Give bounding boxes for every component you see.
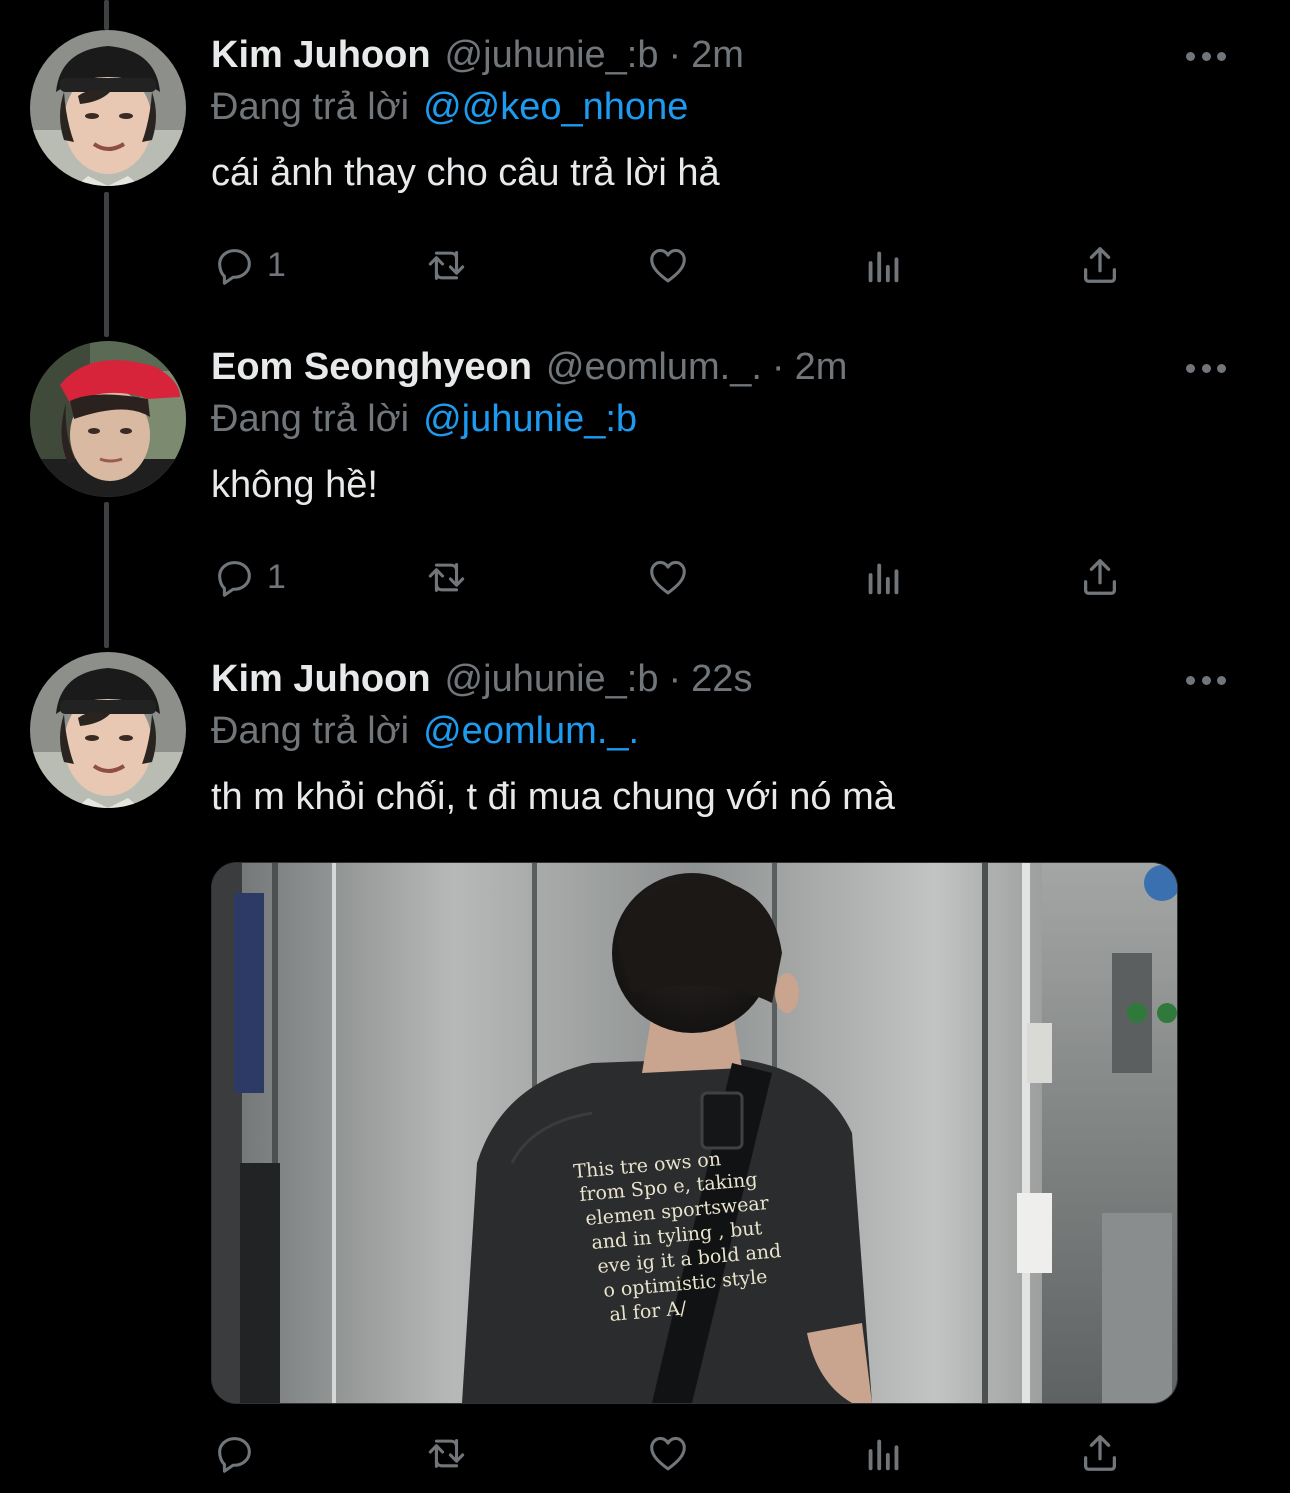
replying-to-label: Đang trả lời — [211, 398, 410, 440]
reply-count: 1 — [267, 245, 286, 284]
like-button[interactable] — [645, 1428, 691, 1478]
tweet-text: th m khỏi chối, t đi mua chung với nó mà — [211, 776, 895, 818]
replying-to-label: Đang trả lời — [211, 710, 410, 752]
share-icon — [1083, 559, 1117, 595]
tweet-media-image[interactable]: This tre ows on from Spo e, taking eleme… — [211, 862, 1178, 1404]
avatar[interactable] — [30, 30, 186, 186]
reply-button[interactable]: 1 — [211, 552, 286, 602]
avatar-photo-black-cap — [30, 652, 186, 808]
tweet-header: Kim Juhoon @juhunie_:b · 2m — [211, 32, 1230, 78]
display-name[interactable]: Kim Juhoon — [211, 656, 431, 702]
more-dots-icon[interactable] — [1186, 48, 1226, 64]
analytics-button[interactable] — [861, 1428, 907, 1478]
display-name[interactable]: Eom Seonghyeon — [211, 344, 532, 390]
avatar-photo-black-cap — [30, 30, 186, 186]
tweet-header: Eom Seonghyeon @eomlum._. · 2m — [211, 344, 1230, 390]
analytics-icon — [868, 563, 899, 595]
more-dots-icon[interactable] — [1186, 360, 1226, 376]
separator-dot: · — [668, 658, 682, 700]
replying-to-link[interactable]: @juhunie_:b — [423, 398, 637, 440]
analytics-button[interactable] — [861, 240, 907, 290]
thread-line-1 — [104, 192, 109, 337]
tweet-header: Kim Juhoon @juhunie_:b · 22s — [211, 656, 1230, 702]
retweet-icon — [428, 1439, 465, 1468]
thread-line-2 — [104, 502, 109, 648]
analytics-icon — [868, 251, 899, 283]
replying-to-link[interactable]: @@keo_nhone — [423, 86, 688, 128]
like-button[interactable] — [645, 552, 691, 602]
user-handle[interactable]: @eomlum._. — [546, 344, 762, 390]
like-button[interactable] — [645, 240, 691, 290]
share-button[interactable] — [1077, 552, 1123, 602]
separator-dot: · — [668, 34, 682, 76]
avatar[interactable] — [30, 341, 186, 497]
tweet-text: không hề! — [211, 464, 378, 506]
avatar[interactable] — [30, 652, 186, 808]
share-icon — [1083, 247, 1117, 283]
reply-button[interactable]: 1 — [211, 240, 286, 290]
reply-icon — [218, 249, 251, 285]
analytics-button[interactable] — [861, 552, 907, 602]
tweet-actions — [211, 1428, 1131, 1478]
like-icon — [650, 248, 686, 283]
tweet-actions: 1 — [211, 552, 1131, 602]
replying-to-link[interactable]: @eomlum._. — [423, 710, 639, 752]
retweet-button[interactable] — [423, 552, 469, 602]
tweet-timestamp[interactable]: 2m — [795, 344, 848, 390]
reply-icon — [218, 561, 251, 597]
reply-count: 1 — [267, 557, 286, 596]
avatar-photo-red-cap — [30, 341, 186, 497]
share-icon — [1083, 1435, 1117, 1471]
retweet-icon — [428, 251, 465, 280]
retweet-button[interactable] — [423, 1428, 469, 1478]
analytics-icon — [868, 1439, 899, 1471]
like-icon — [650, 560, 686, 595]
replying-to-label: Đang trả lời — [211, 86, 410, 128]
user-handle[interactable]: @juhunie_:b — [445, 32, 659, 78]
reply-icon — [218, 1437, 251, 1473]
replying-to: Đang trả lời @eomlum._. — [211, 708, 1230, 754]
replying-to: Đang trả lời @@keo_nhone — [211, 84, 1230, 130]
retweet-icon — [428, 563, 465, 592]
more-dots-icon[interactable] — [1186, 672, 1226, 688]
replying-to: Đang trả lời @juhunie_:b — [211, 396, 1230, 442]
like-icon — [650, 1436, 686, 1471]
thread-line-top — [104, 0, 109, 30]
tweet-actions: 1 — [211, 240, 1131, 290]
user-handle[interactable]: @juhunie_:b — [445, 656, 659, 702]
tweet-timestamp[interactable]: 22s — [691, 656, 752, 702]
tweet-text: cái ảnh thay cho câu trả lời hả — [211, 152, 720, 194]
retweet-button[interactable] — [423, 240, 469, 290]
share-button[interactable] — [1077, 240, 1123, 290]
share-button[interactable] — [1077, 1428, 1123, 1478]
elevator-photo: This tre ows on from Spo e, taking eleme… — [212, 863, 1177, 1403]
separator-dot: · — [771, 346, 785, 388]
tweet-timestamp[interactable]: 2m — [691, 32, 744, 78]
display-name[interactable]: Kim Juhoon — [211, 32, 431, 78]
reply-button[interactable] — [211, 1428, 267, 1478]
